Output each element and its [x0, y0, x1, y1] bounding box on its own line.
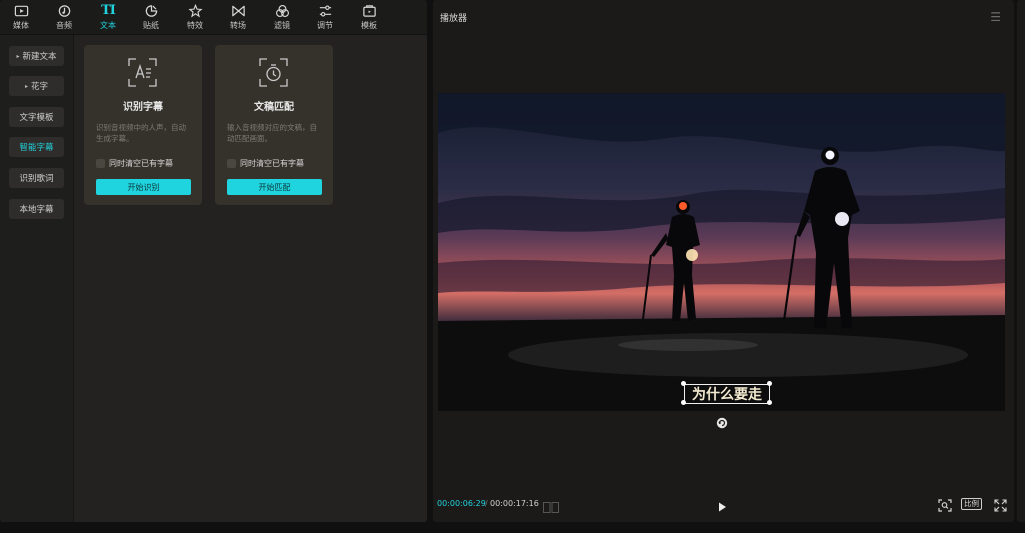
script-match-icon	[258, 57, 289, 88]
transition-icon	[231, 3, 246, 18]
tab-sticker[interactable]: 贴纸	[131, 3, 171, 33]
sidebar-item-label: 新建文本	[22, 52, 57, 62]
tab-sticker-label: 贴纸	[143, 21, 159, 30]
sidebar-item-fancy-text[interactable]: ▸ 花字	[9, 76, 64, 96]
filter-icon	[275, 3, 290, 18]
resize-handle[interactable]	[681, 381, 686, 386]
tab-audio-label: 音频	[56, 21, 72, 30]
tab-media-label: 媒体	[13, 21, 29, 30]
materials-panel: 媒体 音频 TI 文本 贴纸 特效 转场 滤镜 调节 模板 ▸ 新建文本 ▸ 花…	[0, 0, 427, 522]
card-title: 文稿匹配	[254, 102, 294, 113]
time-separator: /	[485, 499, 488, 508]
tab-adjust[interactable]: 调节	[305, 3, 345, 33]
start-recognition-button[interactable]: 开始识别	[96, 179, 191, 195]
tab-audio[interactable]: 音频	[44, 3, 84, 33]
tab-text-label: 文本	[100, 21, 116, 30]
tab-media[interactable]: 媒体	[1, 3, 41, 33]
script-match-card: 文稿匹配 输入音视频对应的文稿，自动匹配画面。 同时清空已有字幕 开始匹配	[215, 45, 333, 205]
checkbox-box	[96, 159, 105, 168]
subtitle-text-box[interactable]: 为什么要走	[684, 384, 770, 404]
checkbox-box	[227, 159, 236, 168]
sidebar-item-label: 本地字幕	[19, 205, 54, 215]
tab-template[interactable]: 模板	[349, 3, 389, 33]
effects-icon	[187, 3, 203, 18]
sidebar-item-label: 文字模板	[19, 113, 54, 123]
tab-transition-label: 转场	[230, 21, 246, 30]
media-icon	[14, 3, 29, 18]
checkbox-label: 同时清空已有字幕	[240, 159, 304, 168]
player-panel: 播放器 ☰ 为什么要走 00:00:06:29 / 00:00:17:16 比例	[433, 0, 1014, 522]
card-description: 识别音视频中的人声，自动生成字幕。	[96, 123, 186, 143]
resize-handle[interactable]	[767, 381, 772, 386]
resize-handle[interactable]	[767, 400, 772, 405]
caret-right-icon: ▸	[24, 82, 28, 90]
fit-view-icon[interactable]	[938, 497, 952, 512]
sidebar-item-recognize-lyrics[interactable]: 识别歌词	[9, 168, 64, 188]
sidebar-item-smart-captions[interactable]: 智能字幕	[9, 137, 64, 157]
recognize-captions-card: 识别字幕 识别音视频中的人声，自动生成字幕。 同时清空已有字幕 开始识别	[84, 45, 202, 205]
card-description: 输入音视频对应的文稿，自动匹配画面。	[227, 123, 317, 143]
frame-grid-icon[interactable]	[543, 498, 559, 513]
total-time: 00:00:17:16	[490, 499, 539, 508]
tab-effects[interactable]: 特效	[175, 3, 215, 33]
player-controls: 00:00:06:29 / 00:00:17:16 比例	[433, 494, 1014, 514]
current-time: 00:00:06:29	[437, 499, 486, 508]
sidebar-item-local-captions[interactable]: 本地字幕	[9, 199, 64, 219]
tab-effects-label: 特效	[187, 21, 203, 30]
checkbox-label: 同时清空已有字幕	[109, 159, 173, 168]
clear-captions-checkbox[interactable]: 同时清空已有字幕	[96, 158, 173, 169]
tab-filter-label: 滤镜	[274, 21, 290, 30]
rotate-icon[interactable]	[716, 414, 728, 429]
sticker-icon	[144, 3, 159, 18]
menu-icon[interactable]: ☰	[990, 10, 1001, 24]
text-icon: TI	[101, 2, 116, 18]
player-title: 播放器	[440, 14, 468, 24]
caret-right-icon: ▸	[16, 52, 20, 60]
sidebar-item-label: 花字	[31, 82, 49, 92]
caption-recognize-icon	[127, 57, 158, 88]
tab-adjust-label: 调节	[317, 21, 333, 30]
audio-icon	[57, 3, 72, 18]
tab-transition[interactable]: 转场	[218, 3, 258, 33]
category-toolbar: 媒体 音频 TI 文本 贴纸 特效 转场 滤镜 调节 模板	[0, 0, 427, 35]
video-scene	[438, 93, 1005, 411]
start-matching-button[interactable]: 开始匹配	[227, 179, 322, 195]
text-sidebar: ▸ 新建文本 ▸ 花字 文字模板 智能字幕 识别歌词 本地字幕	[0, 35, 74, 522]
properties-panel-edge	[1017, 0, 1025, 522]
template-icon	[362, 3, 377, 18]
fullscreen-icon[interactable]	[994, 497, 1007, 512]
tab-text[interactable]: TI 文本	[88, 3, 128, 33]
aspect-ratio-button[interactable]: 比例	[961, 498, 982, 510]
play-button[interactable]	[716, 498, 728, 512]
sidebar-item-new-text[interactable]: ▸ 新建文本	[9, 46, 64, 66]
tab-filter[interactable]: 滤镜	[262, 3, 302, 33]
card-title: 识别字幕	[123, 102, 163, 113]
tab-template-label: 模板	[361, 21, 377, 30]
clear-captions-checkbox[interactable]: 同时清空已有字幕	[227, 158, 304, 169]
resize-handle[interactable]	[681, 400, 686, 405]
video-preview[interactable]: 为什么要走	[438, 93, 1005, 411]
sidebar-item-label: 智能字幕	[19, 143, 54, 153]
adjust-icon	[318, 3, 333, 18]
sidebar-item-text-template[interactable]: 文字模板	[9, 107, 64, 127]
sidebar-item-label: 识别歌词	[19, 174, 54, 184]
